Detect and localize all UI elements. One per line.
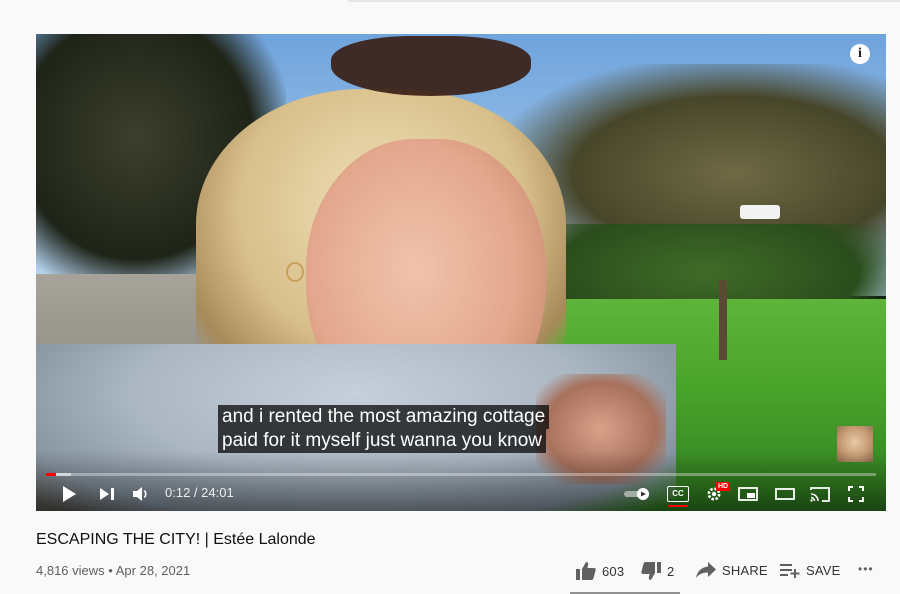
playlist-add-icon xyxy=(780,564,800,578)
caption-line: and i rented the most amazing cottage xyxy=(218,405,550,429)
cc-icon: CC xyxy=(667,486,689,502)
player-controls: 0:12 / 24:01 CC HD xyxy=(36,482,886,507)
thumbs-up-icon xyxy=(576,562,596,580)
share-label: SHARE xyxy=(722,562,768,578)
caption-box: and i rented the most amazing cottage pa… xyxy=(218,405,550,453)
hd-badge: HD xyxy=(716,482,731,491)
save-label: SAVE xyxy=(806,562,841,578)
cc-active-indicator xyxy=(668,505,688,507)
video-title: ESCAPING THE CITY! | Estée Lalonde xyxy=(36,531,316,548)
subtitles-button[interactable]: CC xyxy=(666,482,690,507)
miniplayer-icon[interactable] xyxy=(736,482,760,506)
info-icon[interactable]: i xyxy=(850,44,870,64)
share-button[interactable]: SHARE xyxy=(696,562,768,578)
theater-mode-icon[interactable] xyxy=(773,482,797,506)
next-icon[interactable] xyxy=(96,482,118,506)
dislike-count: 2 xyxy=(667,563,675,579)
like-button[interactable]: 603 xyxy=(576,562,624,580)
more-actions-icon[interactable]: ••• xyxy=(858,562,874,576)
play-icon[interactable] xyxy=(58,482,80,506)
share-icon xyxy=(696,562,716,578)
like-count: 603 xyxy=(602,563,625,579)
settings-button[interactable]: HD xyxy=(702,482,731,506)
autoplay-toggle[interactable] xyxy=(622,482,652,506)
progress-bar[interactable] xyxy=(46,473,876,476)
volume-icon[interactable] xyxy=(130,482,152,506)
thumbs-down-icon xyxy=(641,562,661,580)
caption-line: paid for it myself just wanna you know xyxy=(218,429,546,453)
video-player[interactable]: i and i rented the most amazing cottage … xyxy=(36,34,886,511)
dislike-button[interactable]: 2 xyxy=(641,562,674,580)
played-bar xyxy=(46,473,56,476)
time-display: 0:12 / 24:01 xyxy=(165,485,234,500)
cast-icon[interactable] xyxy=(808,482,832,506)
fullscreen-icon[interactable] xyxy=(844,482,868,506)
header-divider xyxy=(348,0,900,2)
save-button[interactable]: SAVE xyxy=(780,562,841,578)
action-bar: 603 2 SHARE SAVE ••• xyxy=(0,562,900,582)
